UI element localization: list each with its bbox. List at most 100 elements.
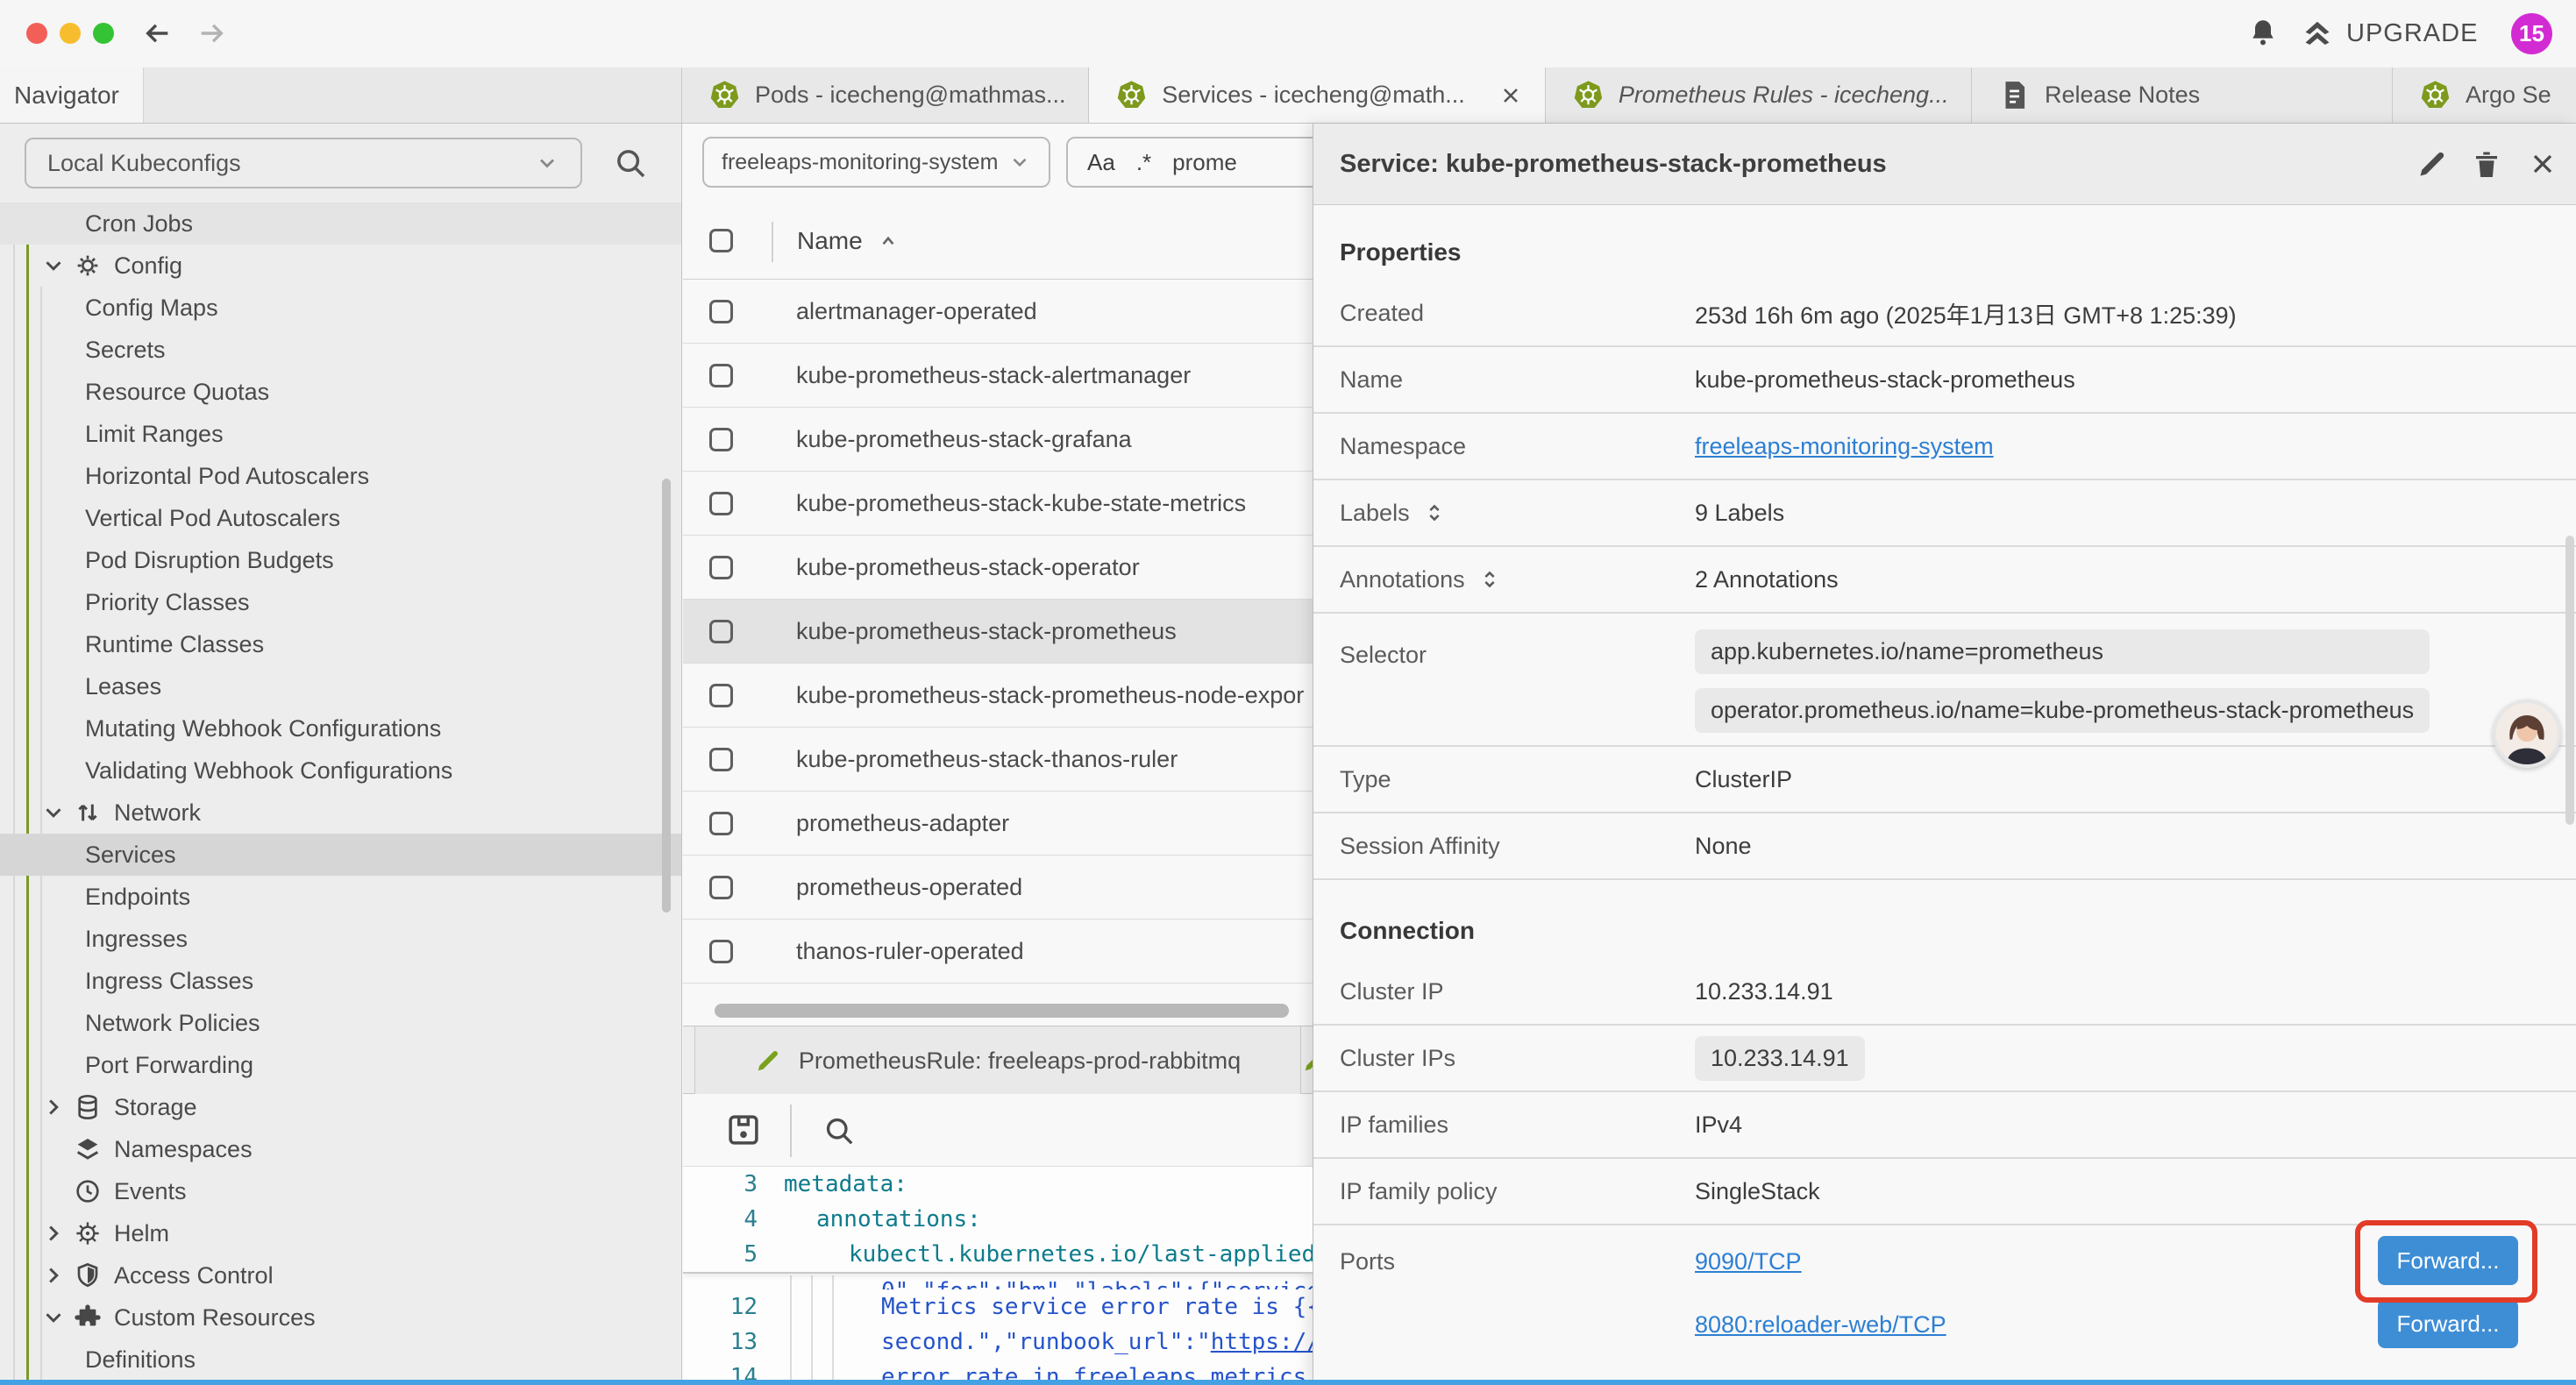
maximize-window-button[interactable] [93,23,114,44]
sidebar-item[interactable]: Helm [0,1212,682,1254]
table-row[interactable]: kube-prometheus-stack-operator [683,536,1313,600]
yaml-editor[interactable]: 3metadata: 4annotations: 5kubectl.kubern… [683,1167,1313,1385]
sidebar-item[interactable]: Access Control [0,1254,682,1296]
kubeconfig-selector[interactable]: Local Kubeconfigs [25,138,582,188]
regex-toggle[interactable]: .* [1136,149,1151,176]
table-row[interactable]: kube-prometheus-stack-kube-state-metrics [683,472,1313,536]
port-link-8080[interactable]: 8080:reloader-web/TCP [1695,1311,1946,1339]
code-line: 13second.","runbook_url":"https://net [683,1325,1313,1360]
delete-service-icon[interactable] [2471,148,2502,180]
row-checkbox[interactable] [709,300,733,323]
sidebar-item[interactable]: Ingresses [0,918,682,960]
expand-annotations-icon[interactable] [1477,567,1502,592]
sidebar-item[interactable]: Leases [0,665,682,707]
sidebar-item[interactable]: Priority Classes [0,581,682,623]
sidebar-item[interactable]: Events [0,1170,682,1212]
sidebar-item[interactable]: Limit Ranges [0,413,682,455]
row-checkbox[interactable] [709,364,733,387]
table-row[interactable]: thanos-ruler-operated [683,920,1313,984]
sidebar-item[interactable]: Config [0,245,682,287]
match-case-toggle[interactable]: Aa [1087,149,1115,176]
editor-search-icon[interactable] [823,1115,855,1147]
select-all-checkbox[interactable] [709,229,733,252]
close-tab-icon[interactable] [1498,83,1523,108]
back-icon[interactable] [143,18,173,48]
table-row[interactable]: alertmanager-operated [683,280,1313,344]
sidebar-item-label: Services [85,842,176,869]
sidebar-search-icon[interactable] [614,146,647,180]
sidebar-item[interactable]: Cron Jobs [0,202,682,245]
sidebar-item[interactable]: Horizontal Pod Autoscalers [0,455,682,497]
port-link-9090[interactable]: 9090/TCP [1695,1248,1802,1275]
forward-icon[interactable] [196,18,226,48]
notification-count-badge[interactable]: 15 [2511,13,2552,54]
tree-chevron-icon[interactable] [40,252,67,279]
tree-chevron-icon[interactable] [40,1262,67,1289]
tree-chevron-icon[interactable] [40,1094,67,1120]
edit-service-icon[interactable] [2416,148,2448,180]
sidebar-item[interactable]: Vertical Pod Autoscalers [0,497,682,539]
forward-port-button[interactable]: Forward... [2378,1299,2518,1348]
row-checkbox[interactable] [709,620,733,643]
tab[interactable]: Release Notes [1972,67,2393,123]
upgrade-button[interactable]: UPGRADE [2301,0,2478,67]
horizontal-scrollbar[interactable] [715,1004,1289,1018]
sidebar-item[interactable]: Pod Disruption Budgets [0,539,682,581]
row-checkbox[interactable] [709,812,733,835]
sidebar-scrollbar[interactable] [662,479,671,913]
sidebar-item[interactable]: Definitions [0,1339,682,1381]
expand-labels-icon[interactable] [1422,501,1447,525]
detail-scrollbar[interactable] [2565,536,2574,825]
sidebar-item[interactable]: Port Forwarding [0,1044,682,1086]
tab[interactable]: Prometheus Rules - icecheng... [1546,67,1972,123]
table-row[interactable]: prometheus-operated [683,856,1313,920]
sidebar-item[interactable]: Custom Resources [0,1296,682,1339]
sidebar-item[interactable]: Ingress Classes [0,960,682,1002]
row-checkbox[interactable] [709,684,733,707]
sidebar-item[interactable]: Storage [0,1086,682,1128]
tab[interactable]: Argo Se [2393,67,2576,123]
row-checkbox[interactable] [709,940,733,963]
user-avatar[interactable] [2493,700,2561,768]
save-icon[interactable] [725,1112,762,1148]
row-checkbox[interactable] [709,492,733,515]
sidebar-item[interactable]: Runtime Classes [0,623,682,665]
table-row[interactable]: kube-prometheus-stack-grafana [683,408,1313,472]
table-row[interactable]: kube-prometheus-stack-alertmanager [683,344,1313,408]
tab[interactable]: Pods - icecheng@mathmas... [682,67,1089,123]
tree-chevron-icon[interactable] [40,799,67,826]
window-titlebar: UPGRADE 15 [0,0,2576,67]
dock-tab-prometheusrule[interactable]: PrometheusRule: freeleaps-prod-rabbitmq [694,1026,1301,1095]
tree-chevron-icon[interactable] [40,1220,67,1246]
tab[interactable]: Services - icecheng@math... [1089,67,1546,123]
sidebar-item[interactable]: Network Policies [0,1002,682,1044]
dock-tab-next-partial[interactable] [1302,1026,1313,1095]
notifications-bell-icon[interactable] [2247,17,2279,48]
sidebar-item[interactable]: Config Maps [0,287,682,329]
row-checkbox[interactable] [709,748,733,771]
name-column-header[interactable]: Name [797,202,900,280]
table-row[interactable]: kube-prometheus-stack-thanos-ruler [683,728,1313,792]
minimize-window-button[interactable] [60,23,81,44]
row-checkbox[interactable] [709,876,733,899]
tree-chevron-icon[interactable] [40,1304,67,1331]
sidebar-item[interactable]: Mutating Webhook Configurations [0,707,682,749]
table-row[interactable]: kube-prometheus-stack-prometheus-node-ex… [683,664,1313,728]
namespace-link[interactable]: freeleaps-monitoring-system [1695,433,1994,459]
table-row[interactable]: prometheus-adapter [683,792,1313,856]
close-panel-icon[interactable] [2527,148,2558,180]
code-link[interactable]: https://net [1211,1329,1313,1355]
sidebar-item[interactable]: Namespaces [0,1128,682,1170]
row-checkbox[interactable] [709,556,733,579]
table-row[interactable]: kube-prometheus-stack-prometheus [683,600,1313,664]
namespace-selector[interactable]: freeleaps-monitoring-system [702,137,1050,188]
sidebar-item[interactable]: Endpoints [0,876,682,918]
sidebar-item[interactable]: Validating Webhook Configurations [0,749,682,792]
close-window-button[interactable] [26,23,47,44]
sidebar-item[interactable]: Resource Quotas [0,371,682,413]
sidebar-item[interactable]: Network [0,792,682,834]
row-checkbox[interactable] [709,428,733,451]
list-search-input[interactable]: Aa .* prome [1066,137,1313,188]
sidebar-item[interactable]: Secrets [0,329,682,371]
sidebar-item[interactable]: Services [0,834,682,876]
